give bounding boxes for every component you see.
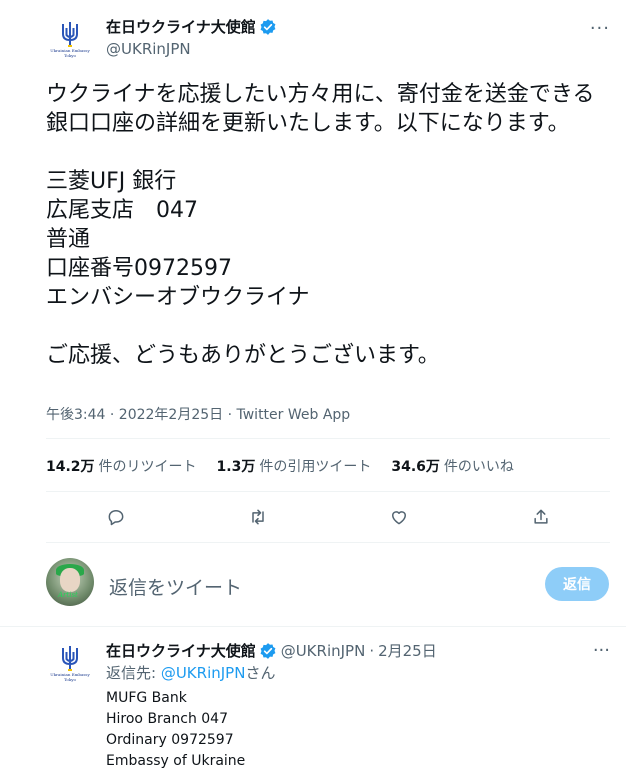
user-avatar[interactable]: Artist <box>46 558 94 606</box>
author-name-row[interactable]: 在日ウクライナ大使館 <box>106 16 277 37</box>
separator: · <box>369 641 375 660</box>
reply-icon[interactable] <box>102 503 130 531</box>
reply-tweet[interactable]: Ukrainian Embassy Tokyo 在日ウクライナ大使館 @UKRi… <box>0 630 626 783</box>
divider <box>0 626 626 627</box>
quotes-stat[interactable]: 1.3万 件の引用ツイート <box>217 456 372 476</box>
reply-author-name[interactable]: 在日ウクライナ大使館 <box>106 640 256 661</box>
avatar-caption-2: Tokyo <box>64 53 76 58</box>
verified-badge-icon <box>259 642 277 660</box>
author-handle[interactable]: @UKRinJPN <box>106 40 191 58</box>
tweet-stats: 14.2万 件のリツイート 1.3万 件の引用ツイート 34.6万 件のいいね <box>46 456 534 476</box>
replying-to: 返信先: @UKRinJPNさん <box>106 662 275 683</box>
tweet-timestamp[interactable]: 午後3:44 · 2022年2月25日 · Twitter Web App <box>46 404 350 424</box>
likes-count: 34.6万 <box>391 459 440 475</box>
avatar-caption-2: Tokyo <box>64 677 76 682</box>
reply-date[interactable]: 2月25日 <box>378 640 437 661</box>
quotes-label: 件の引用ツイート <box>259 459 372 475</box>
share-icon[interactable] <box>527 503 555 531</box>
likes-label: 件のいいね <box>443 459 514 475</box>
like-icon[interactable] <box>385 503 413 531</box>
reply-author-handle[interactable]: @UKRinJPN <box>281 642 366 660</box>
likes-stat[interactable]: 34.6万 件のいいね <box>391 456 514 476</box>
reply-composer: Artist 返信をツイート 返信 <box>0 558 626 618</box>
retweets-stat[interactable]: 14.2万 件のリツイート <box>46 456 197 476</box>
replying-mention-link[interactable]: @UKRinJPN <box>161 664 246 682</box>
avatar-face <box>60 568 80 592</box>
trident-logo-icon <box>59 20 81 48</box>
trident-logo-icon <box>62 646 78 671</box>
reply-author-row[interactable]: 在日ウクライナ大使館 @UKRinJPN · 2月25日 <box>106 640 437 661</box>
retweet-icon[interactable] <box>244 503 272 531</box>
divider <box>46 438 610 439</box>
more-icon[interactable]: ··· <box>593 640 610 661</box>
retweets-label: 件のリツイート <box>98 459 197 475</box>
retweets-count: 14.2万 <box>46 459 95 475</box>
tweet-text: ウクライナを応援したい方々用に、寄付金を送金できる銀口口座の詳細を更新いたします… <box>46 82 595 368</box>
replying-suffix: さん <box>245 664 276 682</box>
avatar-tag: Artist <box>58 591 78 599</box>
reply-input[interactable]: 返信をツイート <box>109 573 242 600</box>
divider <box>46 542 610 543</box>
reply-tweet-text: MUFG Bank Hiroo Branch 047 Ordinary 0972… <box>106 690 246 769</box>
replying-prefix: 返信先: <box>106 664 161 682</box>
quotes-count: 1.3万 <box>216 459 256 475</box>
embassy-avatar[interactable]: Ukrainian Embassy Tokyo <box>46 16 94 64</box>
more-icon[interactable]: ··· <box>590 18 610 39</box>
embassy-avatar[interactable]: Ukrainian Embassy Tokyo <box>46 640 94 688</box>
divider <box>46 491 610 492</box>
verified-badge-icon <box>259 18 277 36</box>
author-display-name[interactable]: 在日ウクライナ大使館 <box>106 16 256 37</box>
reply-button[interactable]: 返信 <box>545 567 609 601</box>
